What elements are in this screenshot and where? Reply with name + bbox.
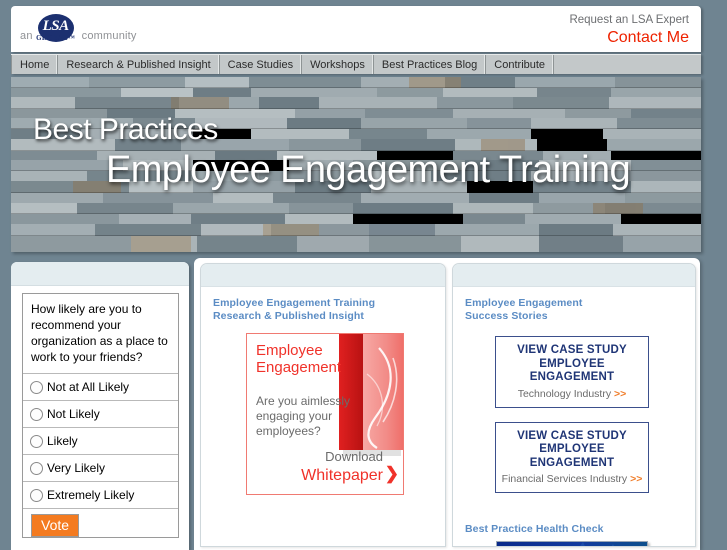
whitepaper-subtext: Are you aimlessly engaging your employee… (256, 394, 350, 439)
card-title-line-2: Success Stories (465, 309, 548, 322)
poll-option-very-likely[interactable]: Very Likely (23, 455, 178, 482)
hero-banner: Best Practices Employee Engagement Train… (11, 77, 701, 252)
radio-icon[interactable] (30, 488, 43, 502)
health-check-title: Best Practice Health Check (465, 523, 604, 535)
case-study-line-1: VIEW CASE STUDY (517, 429, 627, 442)
logo-lsa-text: LSA (42, 18, 70, 34)
radio-icon[interactable] (30, 461, 43, 475)
research-insight-card-title: Employee Engagement Training Research & … (201, 287, 445, 322)
card-title-line-1: Employee Engagement (465, 297, 583, 309)
nav-filler (554, 55, 701, 74)
radio-icon[interactable] (30, 407, 43, 421)
card-header-bar (453, 264, 695, 287)
radio-icon[interactable] (30, 434, 43, 448)
left-sidebar-panel: How likely are you to recommend your org… (11, 262, 189, 550)
whitepaper-subtext-line-2: engaging your (256, 409, 333, 423)
poll-option-label: Likely (47, 434, 78, 448)
poll-option-label: Not Likely (47, 407, 100, 421)
whitepaper-heading-line-2: Engagement (256, 359, 342, 376)
vote-button[interactable]: Vote (31, 514, 80, 537)
chevron-right-icon: ❯ (384, 464, 399, 483)
nav-item-workshops[interactable]: Workshops (302, 55, 374, 74)
poll-option-label: Not at All Likely (47, 380, 130, 394)
case-study-industry: Technology Industry >> (496, 387, 648, 401)
success-stories-card: Employee Engagement Success Stories VIEW… (452, 263, 696, 547)
site-header: an LSA GLOBAL™ community Request an LSA … (11, 6, 701, 52)
whitepaper-promo-image[interactable]: Employee Engagement Are you aimlessly en… (246, 333, 404, 495)
card-header-bar (201, 264, 445, 287)
contact-me-link[interactable]: Contact Me (569, 28, 689, 47)
page-root: an LSA GLOBAL™ community Request an LSA … (0, 0, 727, 550)
logo-global-text: GLOBAL™ (36, 34, 76, 42)
nav-item-home[interactable]: Home (11, 55, 59, 74)
lsa-logo-icon: LSA GLOBAL™ (35, 14, 79, 45)
whitepaper-subtext-line-1: Are you aimlessly (256, 394, 351, 408)
poll-option-not-likely[interactable]: Not Likely (23, 401, 178, 428)
health-check-banner-image[interactable] (496, 541, 648, 546)
poll-option-not-at-all-likely[interactable]: Not at All Likely (23, 374, 178, 401)
case-study-technology-button[interactable]: VIEW CASE STUDY EMPLOYEE ENGAGEMENT Tech… (495, 336, 649, 408)
radio-icon[interactable] (30, 380, 43, 394)
nav-item-case-studies[interactable]: Case Studies (220, 55, 303, 74)
poll-widget: How likely are you to recommend your org… (22, 293, 179, 538)
card-title-line-1: Employee Engagement Training (213, 297, 376, 309)
lsa-logo[interactable]: an LSA GLOBAL™ community (20, 14, 137, 45)
main-content-panel: Employee Engagement Training Research & … (194, 258, 700, 550)
whitepaper-subtext-line-3: employees? (256, 424, 321, 438)
main-navigation: Home Research & Published Insight Case S… (11, 54, 701, 74)
logo-community-text: community (81, 30, 137, 42)
card-title-line-2: Research & Published Insight (213, 309, 364, 322)
whitepaper-download-label: Download (325, 449, 383, 464)
nav-item-research-published-insight[interactable]: Research & Published Insight (58, 55, 220, 74)
nav-item-contribute[interactable]: Contribute (486, 55, 555, 74)
logo-prefix-text: an (20, 30, 33, 42)
case-study-industry-label: Technology Industry (517, 387, 612, 400)
case-study-industry: Financial Services Industry >> (496, 472, 648, 486)
case-study-line-2: EMPLOYEE ENGAGEMENT (529, 357, 615, 384)
double-chevron-icon: >> (630, 473, 643, 485)
poll-option-extremely-likely[interactable]: Extremely Likely (23, 482, 178, 509)
case-study-financial-services-button[interactable]: VIEW CASE STUDY EMPLOYEE ENGAGEMENT Fina… (495, 421, 649, 493)
double-chevron-icon: >> (614, 387, 627, 400)
request-expert-label: Request an LSA Expert (569, 14, 689, 26)
banner-line-2: Employee Engagement Training (106, 149, 631, 191)
poll-footer: Vote (23, 509, 178, 537)
success-stories-card-title: Employee Engagement Success Stories (453, 287, 695, 322)
case-study-line-2: EMPLOYEE ENGAGEMENT (529, 443, 615, 469)
header-contact-block: Request an LSA Expert Contact Me (569, 13, 689, 47)
case-study-line-1: VIEW CASE STUDY (517, 344, 627, 356)
left-panel-header-bar (11, 262, 189, 286)
research-insight-card: Employee Engagement Training Research & … (200, 263, 446, 547)
whitepaper-heading-line-1: Employee (256, 342, 323, 359)
poll-option-likely[interactable]: Likely (23, 428, 178, 455)
whitepaper-heading: Employee Engagement (256, 342, 341, 376)
nav-item-best-practices-blog[interactable]: Best Practices Blog (374, 55, 487, 74)
poll-option-label: Very Likely (47, 461, 106, 475)
poll-option-label: Extremely Likely (47, 488, 135, 502)
banner-line-1: Best Practices (33, 113, 218, 146)
poll-question: How likely are you to recommend your org… (23, 294, 178, 374)
case-study-industry-label: Financial Services Industry (501, 473, 628, 485)
whitepaper-label: Whitepaper (301, 467, 383, 484)
